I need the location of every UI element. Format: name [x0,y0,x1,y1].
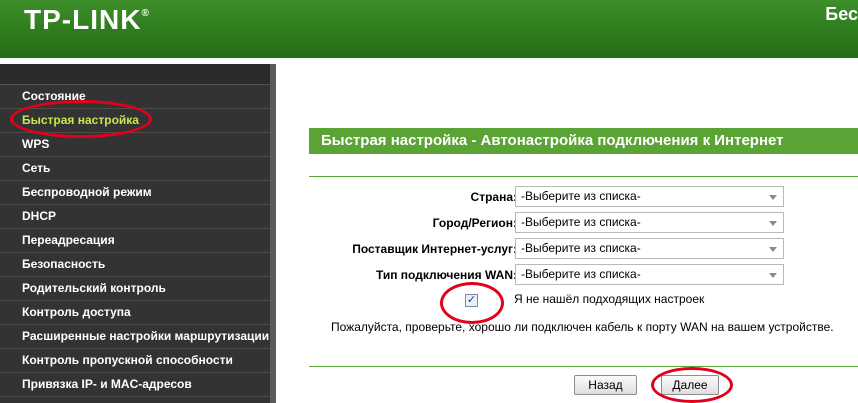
sidebar-item-advanced-routing[interactable]: Расширенные настройки маршрутизации [0,325,270,349]
main-content: Быстрая настройка - Автонастройка подклю… [276,64,858,403]
sidebar-item-dhcp[interactable]: DHCP [0,205,270,229]
bottom-divider [309,366,858,367]
header-bar: TP-LINK® Бес [0,0,858,58]
sidebar-top-strip [0,64,270,85]
no-settings-checkbox[interactable]: ✓ [465,294,478,307]
region-label: Город/Регион: [432,216,517,230]
isp-row: Поставщик Интернет-услуг: -Выберите из с… [309,238,858,260]
page-title: Быстрая настройка - Автонастройка подклю… [309,128,858,154]
region-select[interactable]: -Выберите из списка- [515,212,784,233]
sidebar-item-parental-control[interactable]: Родительский контроль [0,277,270,301]
chevron-down-icon [769,221,777,226]
wan-type-label: Тип подключения WAN: [375,268,517,282]
sidebar-item-forwarding[interactable]: Переадресация [0,229,270,253]
sidebar-item-bandwidth-control[interactable]: Контроль пропускной способности [0,349,270,373]
cable-check-note: Пожалуйста, проверьте, хорошо ли подключ… [331,320,834,334]
chevron-down-icon [769,195,777,200]
sidebar-item-status[interactable]: Состояние [0,85,270,109]
back-button[interactable]: Назад [574,375,637,395]
logo-text: TP-LINK [24,4,142,35]
sidebar-item-quick-setup[interactable]: Быстрая настройка [0,109,270,133]
wan-type-select[interactable]: -Выберите из списка- [515,264,784,285]
top-divider [309,176,858,177]
isp-select-value: -Выберите из списка- [521,241,641,255]
region-row: Город/Регион: -Выберите из списка- [309,212,858,234]
tp-link-logo: TP-LINK® [24,4,150,36]
sidebar-item-wps[interactable]: WPS [0,133,270,157]
country-label: Страна: [470,190,517,204]
sidebar-item-network[interactable]: Сеть [0,157,270,181]
country-row: Страна: -Выберите из списка- [309,186,858,208]
wan-type-select-value: -Выберите из списка- [521,267,641,281]
chevron-down-icon [769,273,777,278]
country-select-value: -Выберите из списка- [521,189,641,203]
no-settings-label: Я не нашёл подходящих настроек [514,292,705,306]
isp-select[interactable]: -Выберите из списка- [515,238,784,259]
country-select[interactable]: -Выберите из списка- [515,186,784,207]
registered-mark: ® [141,8,150,19]
chevron-down-icon [769,247,777,252]
next-button[interactable]: Далее [661,375,719,395]
sidebar-item-wireless[interactable]: Беспроводной режим [0,181,270,205]
sidebar-menu: Состояние Быстрая настройка WPS Сеть Бес… [0,64,270,403]
sidebar-item-access-control[interactable]: Контроль доступа [0,301,270,325]
isp-label: Поставщик Интернет-услуг: [352,242,517,256]
header-right-text: Бес [825,4,858,24]
sidebar-item-ip-mac-binding[interactable]: Привязка IP- и MAC-адресов [0,373,270,397]
wan-type-row: Тип подключения WAN: -Выберите из списка… [309,264,858,286]
sidebar-item-security[interactable]: Безопасность [0,253,270,277]
region-select-value: -Выберите из списка- [521,215,641,229]
